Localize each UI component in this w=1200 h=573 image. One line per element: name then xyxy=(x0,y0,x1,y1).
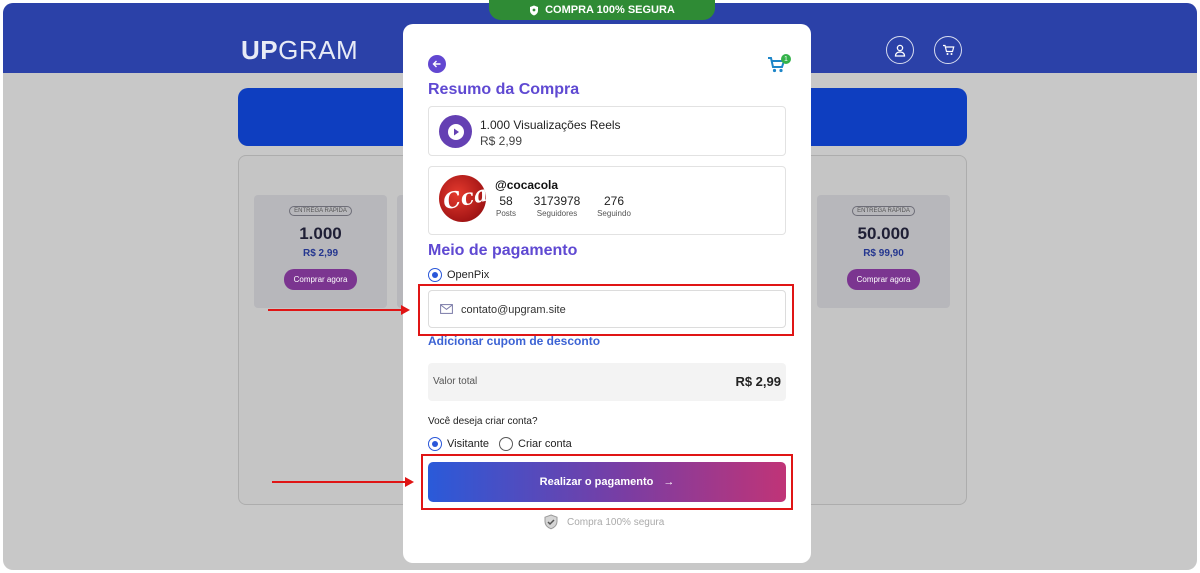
account-question: Você deseja criar conta? xyxy=(428,416,538,427)
create-account-label: Criar conta xyxy=(518,438,572,450)
openpix-label: OpenPix xyxy=(447,269,490,281)
package-card: ENTREGA RÁPIDA 1.000 R$ 2,99 Comprar ago… xyxy=(254,195,387,308)
total-box: Valor total R$ 2,99 xyxy=(428,363,786,401)
arrow-left-icon xyxy=(432,60,441,68)
package-price: R$ 99,90 xyxy=(863,248,904,259)
upgram-logo[interactable]: UPGRAM xyxy=(241,35,358,66)
user-icon[interactable] xyxy=(886,36,914,64)
buy-now-button[interactable]: Comprar agora xyxy=(846,269,921,290)
create-account-radio[interactable] xyxy=(499,437,513,451)
package-quantity: 1.000 xyxy=(299,224,342,243)
delivery-badge: ENTREGA RÁPIDA xyxy=(852,206,915,216)
secure-note: Compra 100% segura xyxy=(543,514,664,530)
total-label: Valor total xyxy=(433,376,478,387)
profile-avatar: Cca xyxy=(439,175,486,222)
following-stat: 276 Seguindo xyxy=(597,194,631,218)
play-icon xyxy=(439,115,472,148)
posts-stat: 58 Posts xyxy=(495,194,516,218)
email-highlight-box xyxy=(418,284,794,336)
product-price: R$ 2,99 xyxy=(480,134,523,148)
product-name: 1.000 Visualizações Reels xyxy=(480,118,621,132)
cart-count-badge: 1 xyxy=(781,54,791,64)
payment-title: Meio de pagamento xyxy=(428,242,578,259)
cart-icon[interactable] xyxy=(934,36,962,64)
followers-stat: 3173978 Seguidores xyxy=(533,194,581,218)
annotation-arrow xyxy=(272,477,414,487)
annotation-arrow xyxy=(268,305,410,315)
delivery-badge: ENTREGA RÁPIDA xyxy=(289,206,352,216)
summary-title: Resumo da Compra xyxy=(428,81,580,98)
package-card: ENTREGA RÁPIDA 50.000 R$ 99,90 Comprar a… xyxy=(817,195,950,308)
shield-icon xyxy=(530,5,539,15)
guest-radio[interactable] xyxy=(428,437,442,451)
cart-button[interactable]: 1 xyxy=(767,54,791,76)
buy-now-button[interactable]: Comprar agora xyxy=(283,269,358,290)
product-summary: 1.000 Visualizações Reels R$ 2,99 xyxy=(428,106,786,156)
profile-handle: @cocacola xyxy=(495,178,559,192)
add-coupon-link[interactable]: Adicionar cupom de desconto xyxy=(428,334,600,348)
guest-label: Visitante xyxy=(447,438,489,450)
openpix-radio[interactable] xyxy=(428,268,442,282)
profile-card: Cca @cocacola 58 Posts 3173978 Seguidore… xyxy=(428,166,786,235)
total-value: R$ 2,99 xyxy=(735,374,781,389)
package-price: R$ 2,99 xyxy=(302,248,339,259)
package-quantity: 50.000 xyxy=(857,224,910,243)
pay-button-highlight-box xyxy=(421,454,793,510)
secure-purchase-banner: COMPRA 100% SEGURA xyxy=(489,0,715,20)
back-button[interactable] xyxy=(428,55,446,73)
shield-check-icon xyxy=(544,514,558,530)
